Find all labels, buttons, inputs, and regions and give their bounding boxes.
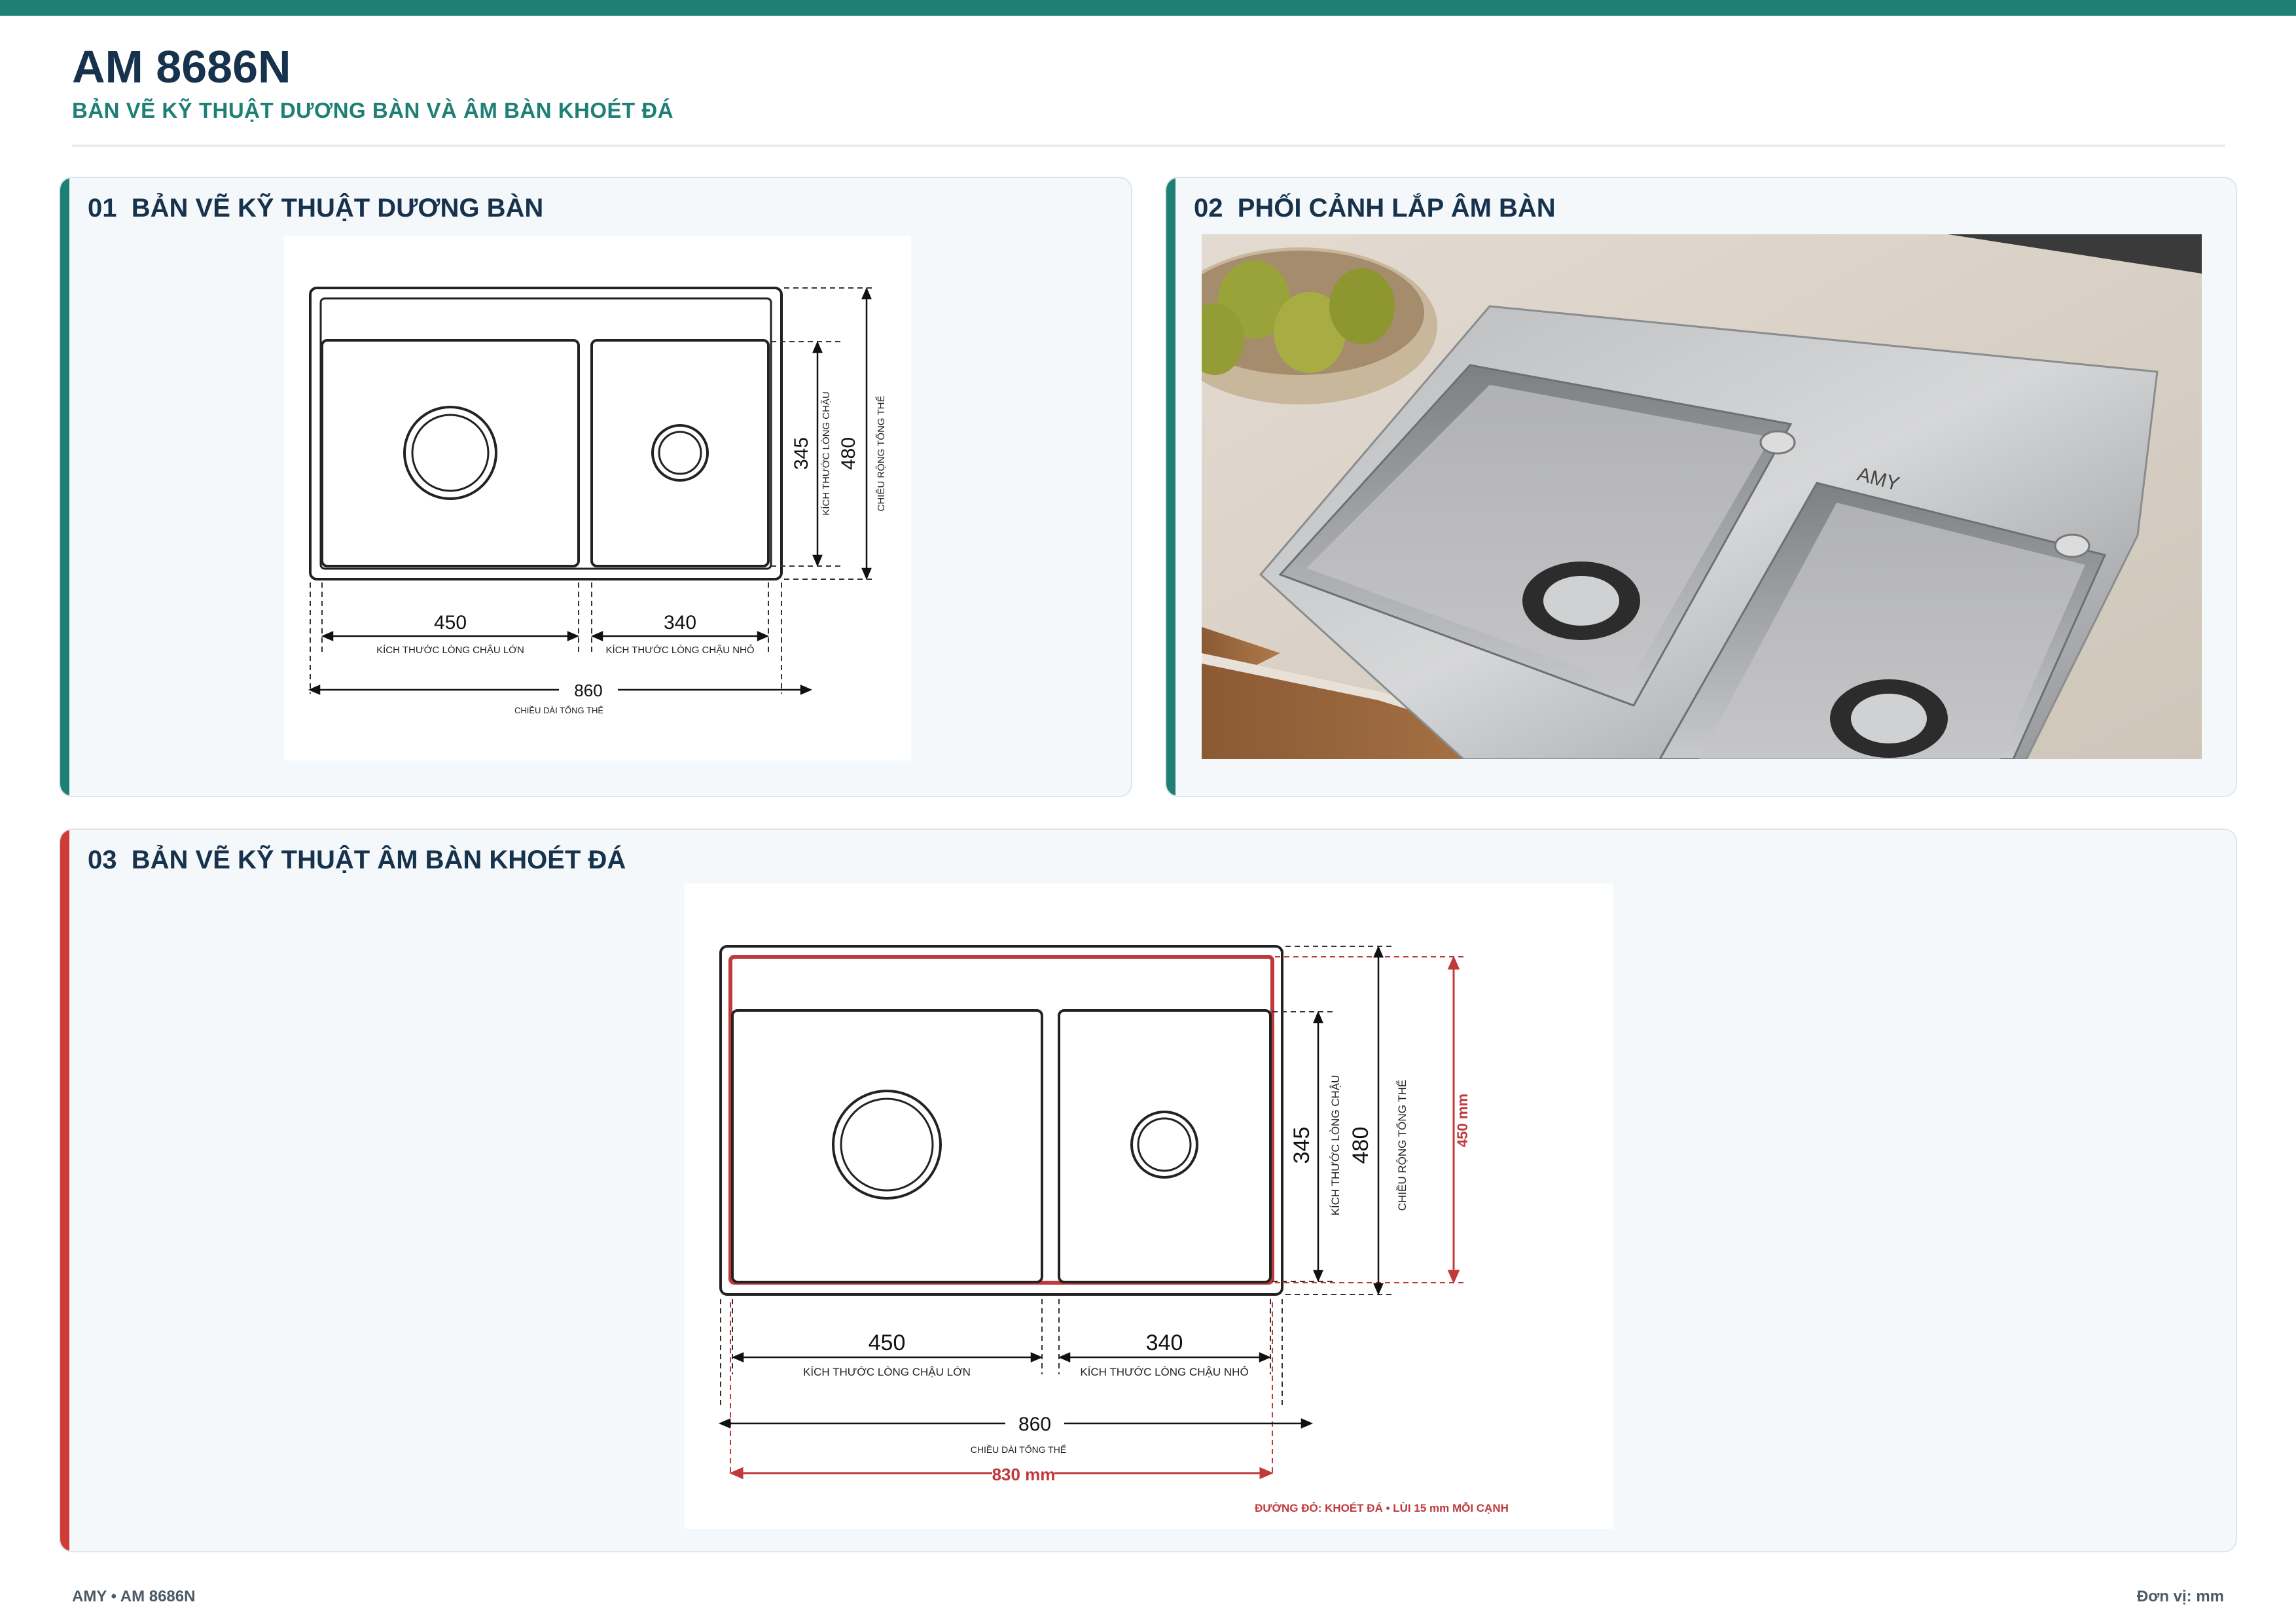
dim-bowl-large-label: KÍCH THƯỚC LÒNG CHẬU LỚN (376, 645, 524, 656)
dim-bowl-depth: 345 (1289, 1127, 1314, 1164)
panel-title: 03 BẢN VẼ KỸ THUẬT ÂM BÀN KHOÉT ĐÁ (88, 846, 626, 875)
panel-heading: BẢN VẼ KỸ THUẬT DƯƠNG BÀN (131, 194, 544, 223)
panel-heading: PHỐI CẢNH LẮP ÂM BÀN (1237, 194, 1556, 223)
panel-number: 01 (88, 194, 117, 223)
page-title: AM 8686N (72, 41, 291, 92)
dim-overall-width-label: CHIỀU RỘNG TỔNG THỂ (1396, 1080, 1408, 1211)
cutout-line (728, 955, 1274, 1285)
page-subtitle: BẢN VẼ KỸ THUẬT DƯƠNG BÀN VÀ ÂM BÀN KHOÉ… (72, 98, 674, 122)
bowl-large (321, 339, 580, 567)
undermount-drawing-area: 450 KÍCH THƯỚC LÒNG CHẬU LỚN 340 KÍCH TH… (685, 883, 1613, 1529)
panel-accent (60, 178, 69, 796)
panel-heading: BẢN VẼ KỸ THUẬT ÂM BÀN KHOÉT ĐÁ (131, 846, 626, 874)
panel-title: 02 PHỐI CẢNH LẮP ÂM BÀN (1194, 194, 1556, 223)
drain-large-icon (403, 406, 497, 500)
dim-bowl-small-label: KÍCH THƯỚC LÒNG CHẬU NHỎ (605, 644, 754, 656)
undermount-technical-drawing: 450 KÍCH THƯỚC LÒNG CHẬU LỚN 340 KÍCH TH… (718, 945, 1509, 1514)
dim-overall-length: 860 (1018, 1414, 1051, 1435)
sink-inner-rim (319, 297, 772, 570)
bowl-small (1058, 1009, 1272, 1283)
panel-accent (1166, 178, 1175, 796)
panel-title: 01 BẢN VẼ KỸ THUẬT DƯƠNG BÀN (88, 194, 543, 223)
dim-bowl-large: 450 (434, 612, 467, 633)
dim-overall-width: 480 (1348, 1127, 1373, 1164)
panel-undermount-drawing: 03 BẢN VẼ KỸ THUẬT ÂM BÀN KHOÉT ĐÁ 450 K… (59, 829, 2237, 1552)
sink-outline (309, 287, 783, 580)
dim-bowl-large: 450 (869, 1330, 906, 1355)
footer-unit: Đơn vị: mm (2136, 1588, 2224, 1605)
panel-number: 03 (88, 846, 117, 874)
dim-overall-width: 480 (838, 437, 859, 470)
panel-number: 02 (1194, 194, 1223, 223)
topmount-drawing-area: 450 KÍCH THƯỚC LÒNG CHẬU LỚN 340 KÍCH TH… (284, 236, 911, 760)
dim-bowl-depth-label: KÍCH THƯỚC LÒNG CHẬU (1329, 1075, 1342, 1216)
dim-overall-length: 860 (574, 681, 602, 700)
dim-bowl-large-label: KÍCH THƯỚC LÒNG CHẬU LỚN (803, 1366, 971, 1378)
dim-bowl-small-label: KÍCH THƯỚC LÒNG CHẬU NHỎ (1080, 1366, 1248, 1378)
dim-bowl-depth: 345 (791, 437, 812, 470)
drain-small-icon (651, 424, 709, 482)
cutout-note: ĐƯỜNG ĐỎ: KHOÉT ĐÁ • LÙI 15 mm MỖI CẠNH (1255, 1502, 1509, 1514)
panel-topmount-drawing: 01 BẢN VẼ KỸ THUẬT DƯƠNG BÀN 450 KÍCH TH… (59, 177, 1132, 797)
drain-large-icon (832, 1090, 942, 1200)
tap-hole-icon (2054, 533, 2090, 558)
panel-accent (60, 830, 69, 1551)
drain-small-icon (1130, 1111, 1198, 1179)
header-divider (72, 145, 2225, 147)
undermount-sink-photo: AMY (1202, 234, 2202, 759)
bowl-large (731, 1009, 1043, 1283)
sink-outline (719, 945, 1283, 1296)
top-accent-bar (0, 0, 2296, 16)
dim-overall-length-label: CHIỀU DÀI TỔNG THỂ (514, 705, 603, 715)
tap-hole-icon (1759, 430, 1796, 455)
bowl-small (590, 339, 770, 567)
dim-bowl-small: 340 (664, 612, 696, 633)
dim-bowl-depth-label: KÍCH THƯỚC LÒNG CHẬU (821, 391, 832, 516)
panel-install-photo: 02 PHỐI CẢNH LẮP ÂM BÀN AMY (1165, 177, 2237, 797)
dim-overall-width-label: CHIỀU RỘNG TỔNG THỂ (875, 396, 887, 512)
dim-cutout-width: 450 mm (1454, 1094, 1471, 1147)
dim-overall-length-label: CHIỀU DÀI TỔNG THỂ (971, 1444, 1067, 1455)
footer-brand-model: AMY • AM 8686N (72, 1588, 196, 1605)
dim-bowl-small: 340 (1146, 1330, 1183, 1355)
pear (1329, 268, 1395, 344)
topmount-technical-drawing: 450 KÍCH THƯỚC LÒNG CHẬU LỚN 340 KÍCH TH… (308, 287, 887, 715)
dim-cutout-length: 830 mm (992, 1465, 1056, 1484)
